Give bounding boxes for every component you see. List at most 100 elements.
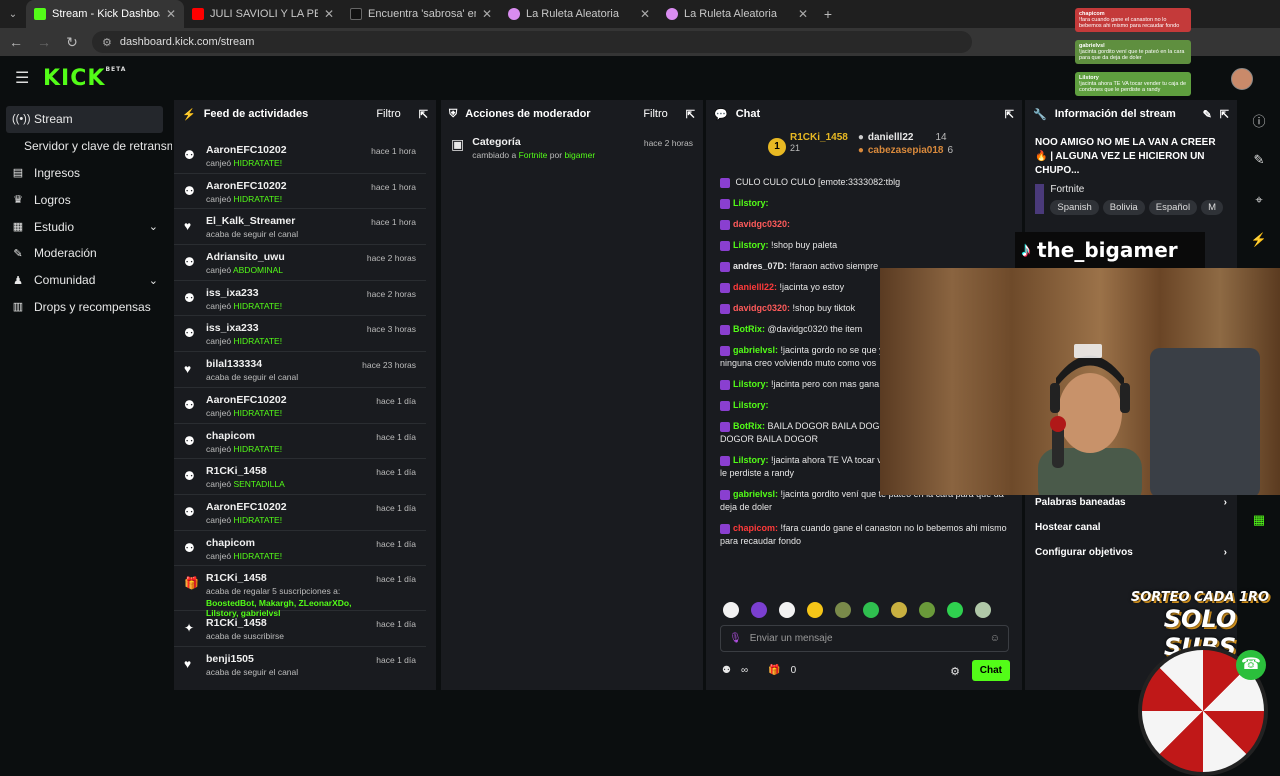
feed-user[interactable]: chapicom <box>206 430 368 442</box>
feed-user[interactable]: R1CKi_1458 <box>206 465 368 477</box>
emote-icon[interactable] <box>779 602 795 618</box>
sidebar-item-estudio[interactable]: ▦ Estudio ⌄ <box>0 213 172 240</box>
avatar[interactable] <box>1231 68 1253 90</box>
popout-icon[interactable]: ⇱ <box>1005 108 1014 121</box>
feed-user[interactable]: iss_ixa233 <box>206 287 359 299</box>
emote-icon[interactable] <box>947 602 963 618</box>
close-icon[interactable]: ✕ <box>798 7 808 21</box>
menu-icon[interactable]: ☰ <box>15 68 29 88</box>
configure-goals-link[interactable]: Configurar objetivos › <box>1025 540 1237 565</box>
sidebar-item-comunidad[interactable]: ♟ Comunidad ⌄ <box>0 267 172 294</box>
chat-username[interactable]: BotRix: <box>733 421 765 431</box>
gift-icon[interactable]: 🎁 <box>768 665 780 676</box>
popout-icon[interactable]: ⇱ <box>419 108 428 121</box>
tab-tiktok[interactable]: Encuentra 'sabrosa' en TikTok | ✕ <box>342 0 500 28</box>
feed-user[interactable]: chapicom <box>206 537 368 549</box>
microphone-icon[interactable]: 🎙 <box>729 633 742 644</box>
emote-icon[interactable] <box>835 602 851 618</box>
leader-third[interactable]: ● cabezasepia018 6 <box>858 145 953 156</box>
chat-username[interactable]: chapicom: <box>733 523 778 533</box>
sidebar-item-drops[interactable]: ▥ Drops y recompensas <box>0 294 172 321</box>
chat-username[interactable]: gabrielvsl: <box>733 345 778 355</box>
edit-icon[interactable]: ✎ <box>1203 108 1212 121</box>
send-chat-button[interactable]: Chat <box>971 660 1010 681</box>
info-icon[interactable]: ⓘ <box>1238 100 1280 140</box>
chat-username[interactable]: Lilstory: <box>733 455 769 465</box>
chat-username[interactable]: andres_07D: <box>733 261 787 271</box>
points-icon: ⚉ <box>184 148 195 162</box>
host-channel-link[interactable]: Hostear canal <box>1025 515 1237 540</box>
close-icon[interactable]: ✕ <box>324 7 334 21</box>
tag[interactable]: M <box>1201 200 1223 215</box>
sidebar-item-stream[interactable]: ((•)) Stream <box>6 106 163 133</box>
tab-list-dropdown-icon[interactable]: ⌄ <box>0 9 26 20</box>
points-icon[interactable]: ⚉ <box>722 665 731 676</box>
emote-icon[interactable] <box>863 602 879 618</box>
sidebar-item-server-key[interactable]: Servidor y clave de retransmi <box>0 133 172 160</box>
kick-logo[interactable]: KICKBETA <box>43 66 126 91</box>
site-info-icon[interactable]: ⚙ <box>102 36 112 49</box>
feed-user[interactable]: AaronEFC10202 <box>206 144 363 156</box>
tag[interactable]: Bolivia <box>1102 200 1145 215</box>
chat-username[interactable]: Lilstory: <box>733 400 769 410</box>
detail-user[interactable]: bigamer <box>564 150 595 160</box>
settings-icon[interactable]: ⚙ <box>950 665 960 678</box>
close-icon[interactable]: ✕ <box>166 7 176 21</box>
tag[interactable]: Español <box>1148 200 1198 215</box>
emote-icon[interactable] <box>919 602 935 618</box>
chat-username[interactable]: davidgc0320: <box>733 303 790 313</box>
popout-icon[interactable]: ⇱ <box>686 108 695 121</box>
target-icon[interactable]: ⌖ <box>1238 180 1280 220</box>
emote-icon[interactable] <box>891 602 907 618</box>
feed-user[interactable]: Adriansito_uwu <box>206 251 359 263</box>
feed-user[interactable]: iss_ixa233 <box>206 322 359 334</box>
chat-username[interactable]: davidgc0320: <box>733 219 790 229</box>
chat-username[interactable]: BotRix: <box>733 324 765 334</box>
sidebar: ((•)) Stream Servidor y clave de retrans… <box>0 100 172 720</box>
leader-first[interactable]: 1 R1CKi_1458 21 <box>768 132 848 176</box>
category-name[interactable]: Fortnite <box>1050 184 1227 195</box>
points-icon: ⚉ <box>184 397 195 412</box>
chat-username[interactable]: gabrielvsl: <box>733 489 778 499</box>
emote-icon[interactable] <box>975 602 991 618</box>
sidebar-item-logros[interactable]: ♛ Logros <box>0 186 172 213</box>
close-icon[interactable]: ✕ <box>640 7 650 21</box>
feed-user[interactable]: benji1505 <box>206 653 368 665</box>
tag[interactable]: Spanish <box>1050 200 1099 215</box>
emoji-icon[interactable]: ☺ <box>990 633 1000 644</box>
feed-user[interactable]: R1CKi_1458 <box>206 572 368 584</box>
chat-username[interactable]: Lilstory: <box>733 198 769 208</box>
chat-username[interactable]: Lilstory: <box>733 240 769 250</box>
reload-icon[interactable]: ↻ <box>64 34 80 51</box>
feed-user[interactable]: AaronEFC10202 <box>206 394 368 406</box>
back-icon[interactable]: ← <box>8 34 24 50</box>
sidebar-item-ingresos[interactable]: ▤ Ingresos <box>0 160 172 187</box>
sidebar-item-moderacion[interactable]: ✎ Moderación <box>0 240 172 267</box>
emote-icon[interactable] <box>807 602 823 618</box>
filter-button[interactable]: Filtro <box>643 108 667 120</box>
url-field[interactable]: ⚙ dashboard.kick.com/stream <box>92 31 972 53</box>
forward-icon[interactable]: → <box>36 34 52 50</box>
new-tab-icon[interactable]: + <box>816 6 840 22</box>
popout-icon[interactable]: ⇱ <box>1220 108 1229 121</box>
clapper-icon[interactable]: ▦ <box>1238 500 1280 540</box>
tab-kick-dashboard[interactable]: Stream - Kick Dashboard ✕ <box>26 0 184 28</box>
filter-button[interactable]: Filtro <box>376 108 400 120</box>
feed-user[interactable]: R1CKi_1458 <box>206 617 368 629</box>
bolt-icon[interactable]: ⚡ <box>1238 220 1280 260</box>
feed-user[interactable]: AaronEFC10202 <box>206 180 363 192</box>
feed-user[interactable]: AaronEFC10202 <box>206 501 368 513</box>
emote-icon[interactable] <box>751 602 767 618</box>
pen-icon[interactable]: ✎ <box>1238 140 1280 180</box>
feed-user[interactable]: El_Kalk_Streamer <box>206 215 363 227</box>
chat-username[interactable]: danielll22: <box>733 282 777 292</box>
tab-youtube[interactable]: JULI SAVIOLI Y LA PEOR ENTREV ✕ <box>184 0 342 28</box>
tab-ruleta-1[interactable]: La Ruleta Aleatoria ✕ <box>500 0 658 28</box>
tab-ruleta-2[interactable]: La Ruleta Aleatoria ✕ <box>658 0 816 28</box>
emote-icon[interactable] <box>723 602 739 618</box>
leader-second[interactable]: ● danielll22 14 <box>858 132 953 143</box>
close-icon[interactable]: ✕ <box>482 7 492 21</box>
chat-input[interactable]: 🎙 Enviar un mensaje ☺ <box>720 625 1009 652</box>
chat-username[interactable]: Lilstory: <box>733 379 769 389</box>
feed-user[interactable]: bilal133334 <box>206 358 354 370</box>
